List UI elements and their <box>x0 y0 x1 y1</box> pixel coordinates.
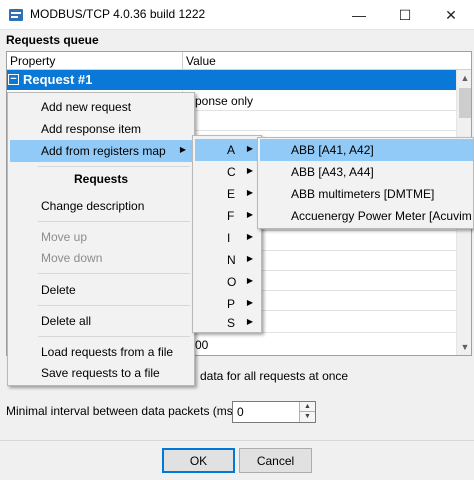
context-menu: Add new request Add response item Add fr… <box>7 92 195 386</box>
collapse-icon[interactable]: − <box>8 74 19 85</box>
submenu-arrow-icon: ▶ <box>246 276 253 285</box>
submenu-item-e[interactable]: E ▶ <box>195 183 259 205</box>
menu-header-requests: Requests <box>73 172 129 186</box>
submenu-arrow-icon: ▶ <box>246 254 253 263</box>
minimize-button[interactable]: — <box>336 0 382 30</box>
menu-separator <box>38 273 190 274</box>
submenu-arrow-icon: ▶ <box>179 145 186 154</box>
cancel-button[interactable]: Cancel <box>239 448 312 473</box>
menu-item-add-new-request[interactable]: Add new request <box>10 96 192 118</box>
submenu-item-i[interactable]: I ▶ <box>195 227 259 249</box>
submenu-item-s[interactable]: S ▶ <box>195 312 259 334</box>
send-all-checkbox-label[interactable]: data for all requests at once <box>200 369 348 383</box>
requests-queue-label: Requests queue <box>6 33 99 47</box>
menu-item-delete[interactable]: Delete <box>10 279 192 301</box>
maximize-button[interactable]: ☐ <box>382 0 428 30</box>
interval-value[interactable]: 0 <box>237 405 244 419</box>
menu-item-move-down[interactable]: Move down <box>10 247 192 269</box>
title-bar: MODBUS/TCP 4.0.36 build 1222 — ☐ ✕ <box>0 0 474 30</box>
scroll-thumb[interactable] <box>459 88 471 118</box>
window-title: MODBUS/TCP 4.0.36 build 1222 <box>30 7 206 21</box>
submenu-arrow-icon: ▶ <box>246 232 253 241</box>
interval-label: Minimal interval between data packets (m… <box>6 404 237 418</box>
device-item-abb-a41-a42[interactable]: ABB [A41, A42] <box>260 139 473 161</box>
menu-item-save-requests[interactable]: Save requests to a file <box>10 362 192 384</box>
submenu-arrow-icon: ▶ <box>246 144 253 153</box>
grid-row-line <box>182 110 456 111</box>
menu-separator <box>38 305 190 306</box>
submenu-arrow-icon: ▶ <box>246 166 253 175</box>
close-button[interactable]: ✕ <box>428 0 474 30</box>
submenu-item-f[interactable]: F ▶ <box>195 205 259 227</box>
request-title: Request #1 <box>23 72 93 87</box>
submenu-arrow-icon: ▶ <box>246 188 253 197</box>
menu-item-add-response-item[interactable]: Add response item <box>10 118 192 140</box>
ok-button[interactable]: OK <box>162 448 235 473</box>
submenu-arrow-icon: ▶ <box>246 298 253 307</box>
dialog-divider <box>0 440 474 441</box>
scroll-down-icon[interactable]: ▼ <box>457 339 471 355</box>
submenu-item-a[interactable]: A ▶ <box>195 139 259 161</box>
devices-submenu: ABB [A41, A42] ABB [A43, A44] ABB multim… <box>257 137 474 229</box>
column-header-property[interactable]: Property <box>10 54 55 68</box>
spin-down-icon[interactable]: ▼ <box>299 412 315 422</box>
grid-row-line <box>182 130 456 131</box>
device-item-accuenergy-acuvim[interactable]: Accuenergy Power Meter [Acuvim L <box>260 205 473 227</box>
menu-item-move-up[interactable]: Move up <box>10 226 192 248</box>
submenu-item-c[interactable]: C ▶ <box>195 161 259 183</box>
column-divider[interactable] <box>182 52 183 70</box>
numeric-value-cell[interactable]: 00 <box>195 338 208 352</box>
menu-item-delete-all[interactable]: Delete all <box>10 310 192 332</box>
spin-up-icon[interactable]: ▲ <box>299 402 315 412</box>
request-row-selected[interactable]: − Request #1 <box>7 70 456 90</box>
menu-item-add-from-registers-map[interactable]: Add from registers map ▶ <box>10 140 192 162</box>
app-icon <box>8 7 24 23</box>
menu-separator <box>38 166 190 167</box>
device-item-abb-a43-a44[interactable]: ABB [A43, A44] <box>260 161 473 183</box>
submenu-item-o[interactable]: O ▶ <box>195 271 259 293</box>
interval-stepper[interactable]: 0 ▲ ▼ <box>232 401 316 423</box>
device-item-abb-dmtme[interactable]: ABB multimeters [DMTME] <box>260 183 473 205</box>
menu-separator <box>38 221 190 222</box>
menu-item-change-description[interactable]: Change description <box>10 195 192 217</box>
grid-header: Property Value <box>7 52 471 70</box>
menu-separator <box>38 336 190 337</box>
submenu-item-n[interactable]: N ▶ <box>195 249 259 271</box>
letters-submenu: A ▶ C ▶ E ▶ F ▶ I ▶ N ▶ O ▶ P ▶ S ▶ <box>192 135 262 333</box>
menu-item-load-requests[interactable]: Load requests from a file <box>10 341 192 363</box>
response-mode-value[interactable]: ponse only <box>195 94 253 108</box>
submenu-arrow-icon: ▶ <box>246 317 253 326</box>
submenu-arrow-icon: ▶ <box>246 210 253 219</box>
scroll-up-icon[interactable]: ▲ <box>457 70 471 86</box>
column-header-value[interactable]: Value <box>186 54 216 68</box>
